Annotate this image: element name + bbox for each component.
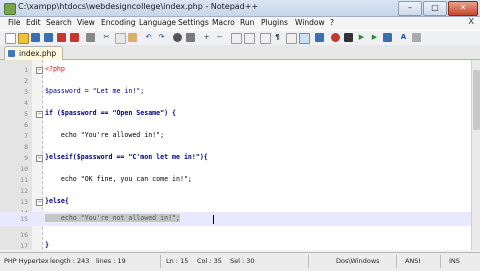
current-line-highlight: 15 echo "You're not allowed in!"; — [0, 212, 471, 226]
cut-icon[interactable]: ✂ — [102, 33, 111, 42]
scrollbar-thumb[interactable] — [473, 70, 480, 130]
close-button[interactable]: ✕ — [448, 1, 478, 16]
status-mode: INS — [449, 257, 460, 265]
replace-icon[interactable] — [186, 33, 195, 42]
play-macro-icon[interactable]: ▶ — [357, 33, 366, 42]
open-icon[interactable] — [18, 33, 29, 44]
stop-macro-icon[interactable] — [344, 33, 353, 42]
redo-icon[interactable]: ↷ — [157, 33, 166, 42]
record-macro-icon[interactable] — [331, 33, 340, 42]
folder-icon[interactable] — [315, 33, 324, 42]
spell-icon[interactable]: A — [399, 33, 408, 42]
indent-guide-icon[interactable] — [286, 33, 297, 44]
status-lines: lines : 19 — [96, 257, 126, 265]
status-sel: Sel : 30 — [230, 257, 255, 265]
wrap-icon[interactable] — [260, 33, 271, 44]
menu-run[interactable]: Run — [240, 18, 254, 27]
status-divider — [440, 255, 441, 268]
maximize-button[interactable]: □ — [423, 1, 447, 16]
status-divider — [308, 255, 309, 268]
tab-label: index.php — [19, 49, 57, 58]
save-icon[interactable] — [31, 33, 40, 42]
notepad-plus-plus-window: C:\xampp\htdocs\webdesigncollege\index.p… — [0, 0, 480, 271]
menu-search[interactable]: Search — [46, 18, 72, 27]
menu-language[interactable]: Language — [139, 18, 176, 27]
minimize-button[interactable]: – — [398, 1, 422, 16]
close-all-icon[interactable] — [70, 33, 79, 42]
trim-icon[interactable] — [412, 33, 421, 42]
status-ln: Ln : 15 — [166, 257, 189, 265]
menu-window[interactable]: Window — [295, 18, 325, 27]
save-all-icon[interactable] — [44, 33, 53, 42]
all-chars-icon[interactable]: ¶ — [273, 33, 282, 42]
status-length: length : 243 — [50, 257, 90, 265]
menu-encoding[interactable]: Encoding — [101, 18, 136, 27]
status-bar: PHP Hypertex length : 243 lines : 19 Ln … — [0, 252, 480, 271]
tab-index-php[interactable]: index.php — [4, 46, 64, 60]
app-icon — [4, 3, 16, 15]
paste-icon[interactable] — [128, 33, 137, 42]
zoom-in-icon[interactable]: + — [202, 33, 211, 42]
find-icon[interactable] — [173, 33, 182, 42]
sync-h-icon[interactable] — [244, 33, 255, 44]
status-encoding: ANSI — [405, 257, 421, 265]
zoom-out-icon[interactable]: − — [215, 33, 224, 42]
status-col: Col : 35 — [197, 257, 222, 265]
window-controls: – □ ✕ — [398, 1, 478, 16]
status-divider — [160, 255, 161, 268]
menu-edit[interactable]: Edit — [26, 18, 41, 27]
status-divider — [396, 255, 397, 268]
sync-v-icon[interactable] — [231, 33, 242, 44]
code-editor[interactable]: 1 − <?php 2 3 $password = "Let me in!"; … — [0, 60, 471, 250]
menu-help[interactable]: ? — [330, 18, 334, 27]
toolbar: ✂ ↶ ↷ + − ¶ ▶ ▶ A — [0, 30, 480, 46]
menu-macro[interactable]: Macro — [212, 18, 235, 27]
menu-file[interactable]: File — [8, 18, 21, 27]
menu-plugins[interactable]: Plugins — [261, 18, 288, 27]
menu-settings[interactable]: Settings — [178, 18, 209, 27]
print-icon[interactable] — [86, 33, 95, 42]
status-eol: Dos\Windows — [336, 257, 380, 265]
run-macro-icon[interactable]: ▶ — [370, 33, 379, 42]
text-cursor — [213, 215, 214, 224]
file-saved-icon — [8, 50, 15, 57]
new-file-icon[interactable] — [5, 33, 16, 44]
save-macro-icon[interactable] — [383, 33, 392, 42]
title-bar[interactable]: C:\xampp\htdocs\webdesigncollege\index.p… — [0, 0, 480, 17]
menu-bar: File Edit Search View Encoding Language … — [0, 17, 480, 30]
window-title: C:\xampp\htdocs\webdesigncollege\index.p… — [18, 2, 259, 11]
vertical-scrollbar[interactable] — [471, 60, 480, 250]
close-document-icon[interactable]: X — [469, 17, 474, 26]
tab-bar: index.php — [0, 45, 480, 60]
undo-icon[interactable]: ↶ — [144, 33, 153, 42]
doc-map-icon[interactable] — [299, 33, 310, 44]
status-filetype: PHP Hypertex — [4, 257, 49, 265]
close-icon[interactable] — [57, 33, 66, 42]
menu-view[interactable]: View — [77, 18, 95, 27]
selected-text[interactable]: echo "You're not allowed in!"; — [45, 214, 180, 222]
copy-icon[interactable] — [115, 33, 126, 44]
